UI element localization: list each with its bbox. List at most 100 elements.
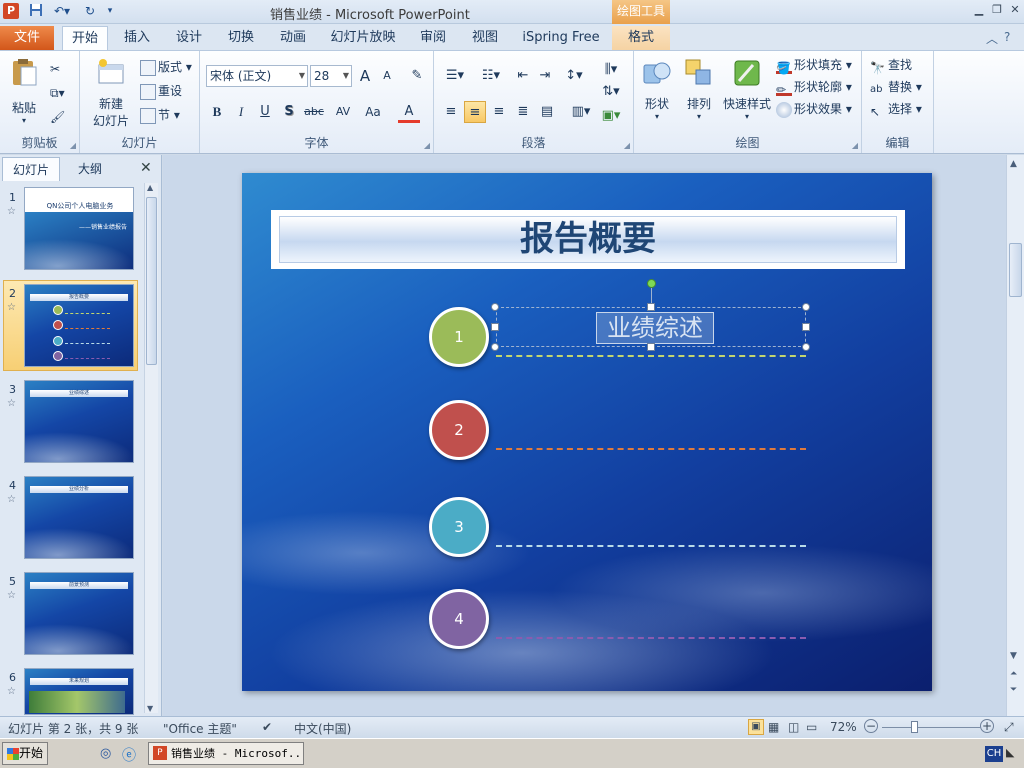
find-button[interactable]: 🔭 查找 bbox=[870, 55, 912, 75]
scroll-thumb[interactable] bbox=[1009, 243, 1022, 297]
slideshow-view-icon[interactable]: ▭ bbox=[806, 720, 817, 734]
new-slide-button[interactable]: 新建 幻灯片 bbox=[86, 57, 136, 129]
resize-handle[interactable] bbox=[491, 323, 499, 331]
font-size-combo[interactable]: 28 ▼ bbox=[310, 65, 352, 87]
taskbar-powerpoint-button[interactable]: P 销售业绩 - Microsof... bbox=[148, 742, 304, 765]
paste-button[interactable]: 粘贴 ▾ bbox=[4, 57, 44, 125]
slide-thumbnail[interactable]: 业绩综述 bbox=[24, 380, 134, 463]
columns-icon[interactable]: ⫼▾ bbox=[598, 59, 624, 81]
help-icon[interactable]: ? bbox=[1004, 30, 1010, 44]
minimize-button[interactable]: ▁ bbox=[970, 2, 988, 18]
shapes-button[interactable]: 形状 ▾ bbox=[638, 57, 676, 121]
char-spacing-button[interactable]: AV bbox=[330, 101, 356, 123]
slide-thumbnail[interactable]: QN公司个人电脑业务 ——销售业绩报告 bbox=[24, 187, 134, 270]
shadow-button[interactable]: S bbox=[278, 101, 300, 123]
bullets-icon[interactable]: ☰▾ bbox=[440, 65, 470, 87]
rotation-handle[interactable] bbox=[647, 279, 656, 288]
slides-pane-scroll-thumb[interactable] bbox=[146, 197, 157, 365]
shape-effects-button[interactable]: 形状效果 ▾ bbox=[776, 99, 852, 119]
font-color-button[interactable]: A bbox=[398, 101, 420, 123]
fit-to-window-icon[interactable]: ⤢ bbox=[1004, 720, 1014, 735]
scroll-up-icon[interactable]: ▲ bbox=[1010, 159, 1017, 169]
tab-format[interactable]: 格式 bbox=[612, 26, 670, 50]
undo-icon[interactable]: ↶▾ bbox=[50, 3, 74, 20]
decrease-indent-icon[interactable]: ⇤ bbox=[512, 65, 534, 87]
tab-transitions[interactable]: 切换 bbox=[222, 26, 260, 50]
ime-indicator[interactable]: CH bbox=[985, 746, 1003, 762]
align-left-icon[interactable]: ≡ bbox=[440, 101, 462, 123]
resize-handle[interactable] bbox=[802, 343, 810, 351]
tab-outline-pane[interactable]: 大纲 bbox=[60, 157, 120, 181]
reading-view-icon[interactable]: ◫ bbox=[788, 720, 799, 734]
grow-font-button[interactable]: A bbox=[354, 65, 376, 87]
strikethrough-button[interactable]: abc bbox=[300, 101, 328, 123]
tray-help-icon[interactable]: ◣ bbox=[1006, 746, 1014, 759]
font-launcher-icon[interactable]: ◢ bbox=[424, 141, 430, 150]
redo-icon[interactable]: ↻ bbox=[82, 3, 98, 20]
slide-vertical-scrollbar[interactable]: ▲ ▼ ⏶ ⏷ bbox=[1006, 155, 1024, 716]
paragraph-launcher-icon[interactable]: ◢ bbox=[624, 141, 630, 150]
selected-textbox-text[interactable]: 业绩综述 bbox=[596, 312, 714, 344]
slide-sorter-icon[interactable]: ▦ bbox=[768, 720, 779, 734]
zoom-out-icon[interactable]: − bbox=[864, 719, 878, 733]
zoom-slider-track[interactable] bbox=[882, 727, 980, 728]
reset-button[interactable]: 重设 bbox=[140, 81, 182, 101]
list-number-circle[interactable]: 4 bbox=[429, 589, 489, 649]
minimize-ribbon-icon[interactable]: ︿ bbox=[986, 30, 998, 47]
clear-formatting-icon[interactable]: ✎ bbox=[406, 65, 428, 87]
tab-ispring[interactable]: iSpring Free bbox=[520, 26, 602, 50]
zoom-slider-thumb[interactable] bbox=[911, 721, 918, 733]
slide-thumbnail-selected[interactable]: 报告概要 bbox=[24, 284, 134, 367]
text-columns-icon[interactable]: ▥▾ bbox=[568, 101, 594, 123]
layout-button[interactable]: 版式 ▾ bbox=[140, 57, 192, 77]
spell-check-icon[interactable]: ✔ bbox=[262, 720, 272, 734]
select-button[interactable]: ↖ 选择 ▾ bbox=[870, 99, 922, 119]
replace-button[interactable]: ab 替换 ▾ bbox=[870, 77, 922, 97]
shape-fill-button[interactable]: 🪣 形状填充 ▾ bbox=[776, 55, 852, 75]
tab-slideshow[interactable]: 幻灯片放映 bbox=[330, 26, 396, 50]
format-painter-icon[interactable]: 🖌 bbox=[50, 107, 65, 127]
change-case-button[interactable]: Aa bbox=[360, 101, 386, 123]
section-button[interactable]: 节 ▾ bbox=[140, 105, 180, 125]
resize-handle[interactable] bbox=[491, 343, 499, 351]
underline-button[interactable]: U bbox=[254, 101, 276, 123]
scroll-up-icon[interactable]: ▲ bbox=[147, 183, 153, 192]
resize-handle[interactable] bbox=[647, 343, 655, 351]
align-right-icon[interactable]: ≡ bbox=[488, 101, 510, 123]
text-direction-icon[interactable]: ⇅▾ bbox=[598, 81, 624, 103]
tab-insert[interactable]: 插入 bbox=[118, 26, 156, 50]
arrange-button[interactable]: 排列 ▾ bbox=[680, 57, 718, 121]
clipboard-launcher-icon[interactable]: ◢ bbox=[70, 141, 76, 150]
start-button[interactable]: 开始 bbox=[2, 742, 48, 765]
zoom-in-icon[interactable]: + bbox=[980, 719, 994, 733]
justify-icon[interactable]: ≣ bbox=[512, 101, 534, 123]
slide-thumbnail[interactable]: 未来规划 bbox=[24, 668, 134, 715]
restore-button[interactable]: ❐ bbox=[988, 2, 1006, 18]
previous-slide-icon[interactable]: ⏶ bbox=[1010, 669, 1017, 679]
resize-handle[interactable] bbox=[802, 303, 810, 311]
align-center-icon[interactable]: ≡ bbox=[464, 101, 486, 123]
list-number-circle[interactable]: 2 bbox=[429, 400, 489, 460]
smartart-icon[interactable]: ▣▾ bbox=[598, 105, 624, 127]
slide-thumbnail[interactable]: 前景预测 bbox=[24, 572, 134, 655]
resize-handle[interactable] bbox=[491, 303, 499, 311]
resize-handle[interactable] bbox=[802, 323, 810, 331]
quicklaunch-desktop-icon[interactable]: ◎ bbox=[100, 746, 111, 761]
distributed-icon[interactable]: ▤ bbox=[536, 101, 558, 123]
zoom-level[interactable]: 72% bbox=[830, 720, 857, 734]
ie-browser-icon[interactable]: ⓔ bbox=[122, 745, 136, 765]
slide-title-box[interactable]: 报告概要 bbox=[271, 210, 905, 269]
list-number-circle[interactable]: 1 bbox=[429, 307, 489, 367]
tab-review[interactable]: 审阅 bbox=[414, 26, 452, 50]
tab-view[interactable]: 视图 bbox=[466, 26, 504, 50]
save-icon[interactable] bbox=[28, 3, 44, 20]
tab-home[interactable]: 开始 bbox=[62, 26, 108, 50]
increase-indent-icon[interactable]: ⇥ bbox=[534, 65, 556, 87]
shrink-font-button[interactable]: A bbox=[376, 65, 398, 87]
tab-animations[interactable]: 动画 bbox=[274, 26, 312, 50]
scroll-down-icon[interactable]: ▼ bbox=[147, 704, 153, 713]
close-pane-icon[interactable]: ✕ bbox=[140, 160, 152, 176]
next-slide-icon[interactable]: ⏷ bbox=[1010, 685, 1017, 695]
copy-icon[interactable]: ⧉▾ bbox=[50, 83, 65, 103]
slide-thumbnail[interactable]: 业绩分析 bbox=[24, 476, 134, 559]
